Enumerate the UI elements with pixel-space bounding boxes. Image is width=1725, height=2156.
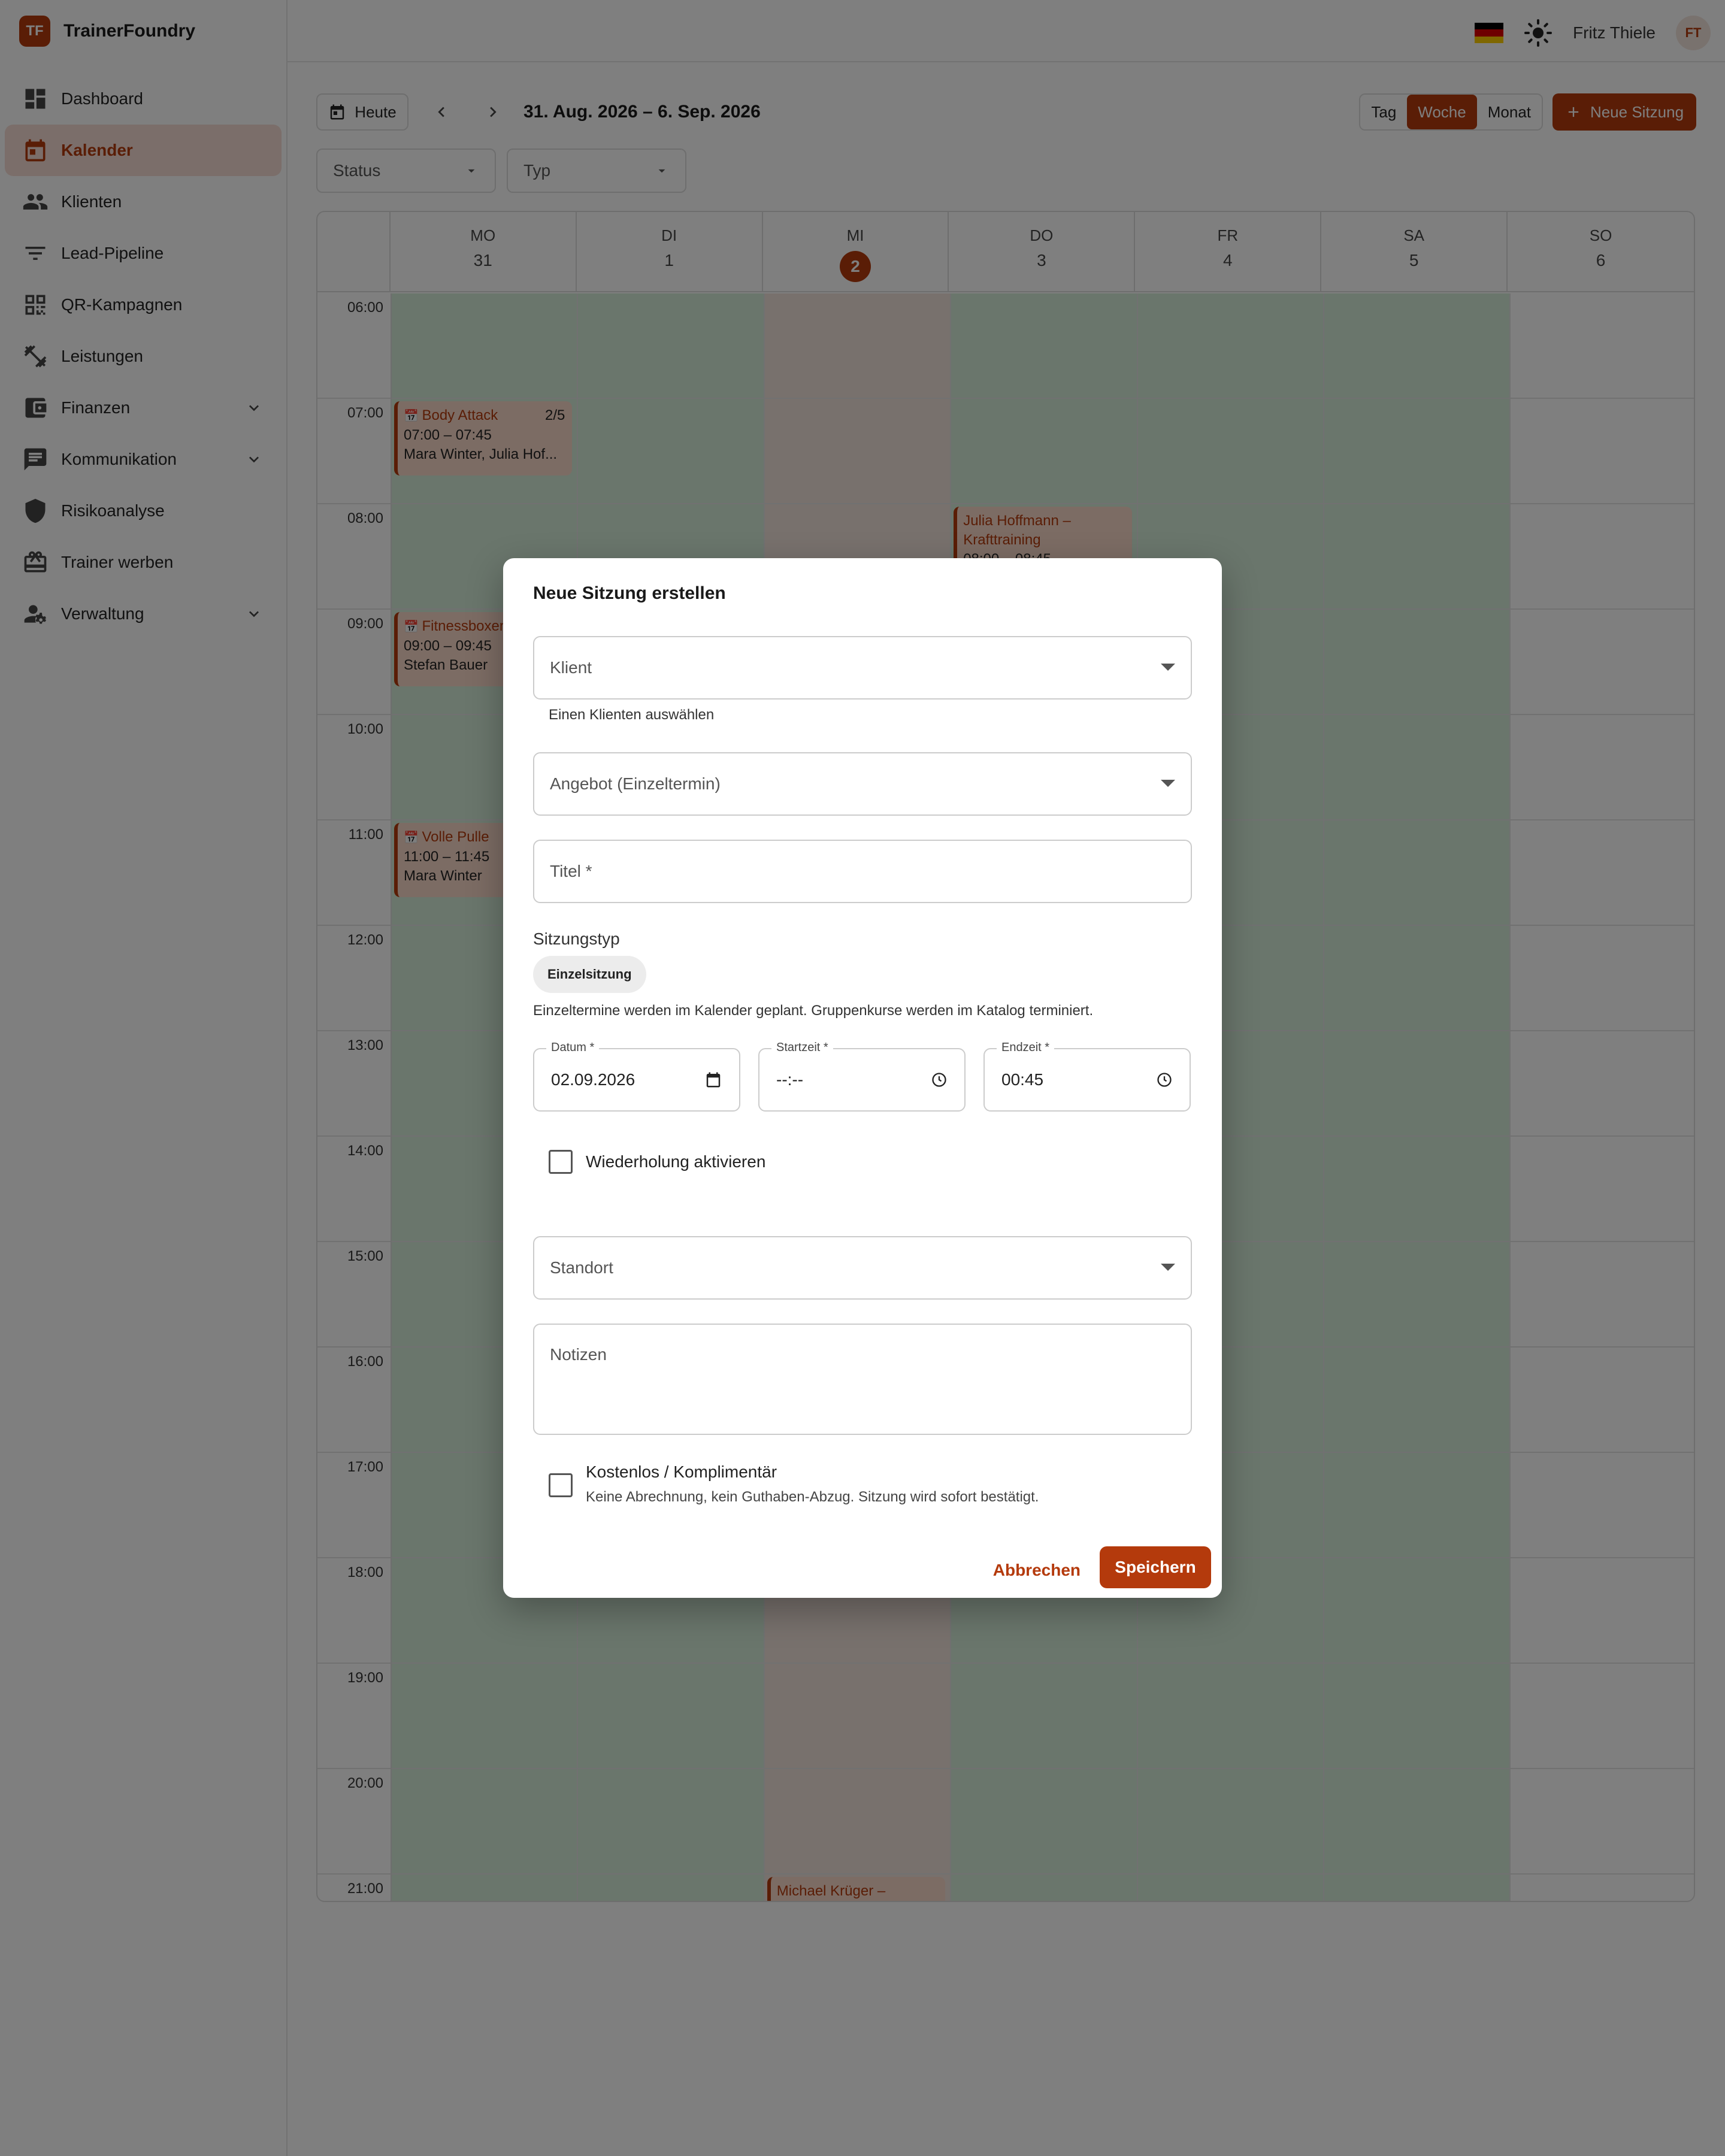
end-time-label: Endzeit * bbox=[997, 1041, 1055, 1055]
title-input[interactable]: Titel * bbox=[533, 840, 1192, 903]
repeat-checkbox-label[interactable]: Wiederholung aktivieren bbox=[586, 1152, 765, 1171]
clock-icon[interactable] bbox=[1156, 1071, 1173, 1088]
session-type-label: Sitzungstyp bbox=[533, 929, 620, 948]
calendar-icon[interactable] bbox=[704, 1071, 722, 1089]
session-type-chip[interactable]: Einzelsitzung bbox=[533, 956, 646, 993]
client-select-label: Klient bbox=[550, 658, 592, 677]
location-select[interactable]: Standort bbox=[533, 1236, 1192, 1300]
session-type-info: Einzeltermine werden im Kalender geplant… bbox=[533, 1003, 1094, 1019]
app-root: Fritz Thiele FT TF TrainerFoundry Dashbo… bbox=[0, 0, 1725, 2156]
date-input[interactable]: Datum * 02.09.2026 bbox=[533, 1041, 740, 1112]
dropdown-arrow-icon bbox=[1161, 664, 1175, 671]
save-button[interactable]: Speichern bbox=[1100, 1546, 1211, 1588]
cancel-button[interactable]: Abbrechen bbox=[993, 1551, 1081, 1589]
clock-icon[interactable] bbox=[931, 1071, 948, 1088]
date-input-value: 02.09.2026 bbox=[551, 1070, 635, 1089]
client-helper-text: Einen Klienten auswählen bbox=[549, 707, 715, 723]
dropdown-arrow-icon bbox=[1161, 1264, 1175, 1271]
dialog-title: Neue Sitzung erstellen bbox=[533, 583, 726, 603]
complimentary-checkbox[interactable] bbox=[549, 1473, 573, 1497]
client-select[interactable]: Klient bbox=[533, 636, 1192, 700]
repeat-checkbox[interactable] bbox=[549, 1150, 573, 1174]
end-time-value: 00:45 bbox=[1001, 1070, 1044, 1089]
start-time-label: Startzeit * bbox=[771, 1041, 833, 1055]
end-time-input[interactable]: Endzeit * 00:45 bbox=[983, 1041, 1191, 1112]
new-session-dialog: Neue Sitzung erstellen Klient Einen Klie… bbox=[503, 558, 1222, 1598]
title-input-label: Titel * bbox=[550, 862, 592, 880]
complimentary-description: Keine Abrechnung, kein Guthaben-Abzug. S… bbox=[586, 1489, 1039, 1505]
notes-textarea[interactable]: Notizen bbox=[533, 1324, 1192, 1435]
notes-textarea-label: Notizen bbox=[550, 1345, 607, 1364]
date-input-label: Datum * bbox=[546, 1041, 600, 1055]
location-select-label: Standort bbox=[550, 1258, 613, 1277]
offer-select[interactable]: Angebot (Einzeltermin) bbox=[533, 752, 1192, 816]
start-time-input[interactable]: Startzeit * --:-- bbox=[758, 1041, 966, 1112]
complimentary-checkbox-label[interactable]: Kostenlos / Komplimentär bbox=[586, 1462, 777, 1482]
start-time-value: --:-- bbox=[776, 1070, 804, 1089]
dropdown-arrow-icon bbox=[1161, 780, 1175, 787]
offer-select-label: Angebot (Einzeltermin) bbox=[550, 774, 721, 793]
